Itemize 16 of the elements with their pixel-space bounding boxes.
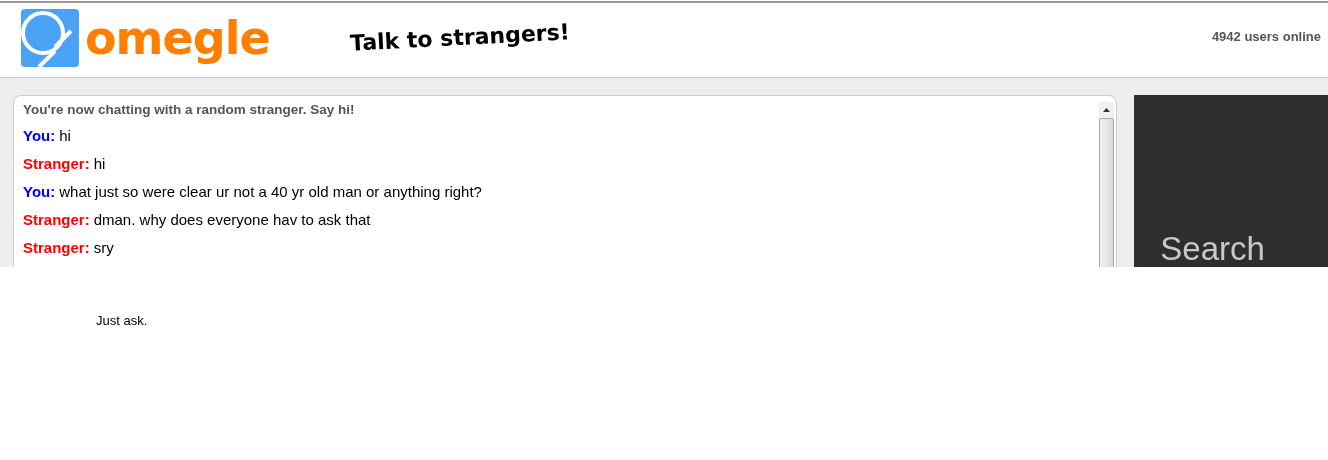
- message-text: dman. why does everyone hav to ask that: [93, 211, 371, 228]
- speaker-label: You:: [23, 127, 56, 144]
- message-text: hi: [93, 155, 106, 172]
- speaker-label: Stranger:: [23, 239, 90, 256]
- caption-text: Just ask.: [96, 313, 148, 328]
- speaker-label: Stranger:: [23, 211, 90, 228]
- message-text: sry: [93, 239, 114, 256]
- search-text: Search: [1160, 232, 1265, 265]
- chat-bubble-logo-icon: [21, 9, 79, 67]
- status-message: You're now chatting with a random stranger. Say hi!: [23, 102, 356, 119]
- users-online-count: 4942 users online: [1211, 28, 1321, 44]
- speaker-label: You:: [23, 183, 56, 200]
- message-text: what just so were clear ur not a 40 yr old man or anything right?: [59, 183, 482, 200]
- message-text: hi: [59, 127, 71, 144]
- tagline: Talk to strangers!: [349, 18, 570, 56]
- speaker-label: Stranger:: [23, 155, 90, 172]
